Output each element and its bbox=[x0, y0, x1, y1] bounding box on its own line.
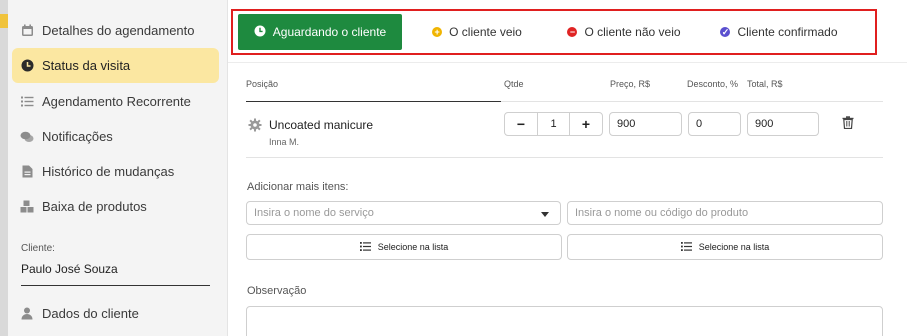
calendar-icon bbox=[12, 24, 42, 37]
trash-icon[interactable] bbox=[842, 116, 854, 134]
chat-icon bbox=[12, 131, 42, 143]
service-dropdown-toggle[interactable] bbox=[530, 201, 561, 225]
user-icon bbox=[12, 307, 42, 320]
boxes-icon bbox=[12, 200, 42, 213]
status-tab-label: O cliente não veio bbox=[584, 25, 681, 39]
notes-label: Observação bbox=[247, 285, 307, 297]
clock-icon bbox=[12, 59, 42, 72]
button-label: Selecione na lista bbox=[698, 242, 770, 252]
status-tab-confirmed[interactable]: ✓ Cliente confirmado bbox=[709, 14, 849, 50]
clock-icon bbox=[254, 25, 266, 40]
sidebar-item-label: Dados do cliente bbox=[42, 306, 139, 321]
header-price: Preço, R$ bbox=[610, 79, 651, 89]
discount-input[interactable]: 0 bbox=[688, 112, 741, 136]
sidebar-item-notifications[interactable]: Notificações bbox=[12, 119, 219, 154]
sidebar-item-label: Notificações bbox=[42, 129, 113, 144]
plus-circle-icon: + bbox=[432, 27, 443, 37]
sidebar-item-history[interactable]: Histórico de mudanças bbox=[12, 154, 219, 189]
header-position: Posição bbox=[246, 79, 279, 89]
list-icon bbox=[680, 241, 692, 253]
total-input[interactable]: 900 bbox=[747, 112, 819, 136]
status-tab-arrived[interactable]: + O cliente veio bbox=[417, 14, 537, 50]
list-icon bbox=[359, 241, 371, 253]
service-name: Uncoated manicure bbox=[269, 118, 374, 132]
quantity-value[interactable]: 1 bbox=[537, 113, 570, 135]
quantity-stepper: − 1 + bbox=[504, 112, 603, 136]
status-tab-label: O cliente veio bbox=[449, 25, 522, 39]
sidebar-item-label: Agendamento Recorrente bbox=[42, 94, 191, 109]
minus-circle-icon: − bbox=[567, 27, 578, 37]
sidebar-item-label: Detalhes do agendamento bbox=[42, 23, 195, 38]
caret-down-icon bbox=[541, 204, 549, 222]
client-label: Cliente: bbox=[21, 243, 55, 254]
client-name: Paulo José Souza bbox=[21, 262, 210, 286]
increment-button[interactable]: + bbox=[570, 113, 602, 135]
list-icon bbox=[12, 96, 42, 107]
header-qty: Qtde bbox=[504, 79, 524, 89]
visit-status-tabs: Aguardando o cliente + O cliente veio − … bbox=[231, 9, 877, 55]
status-tab-waiting[interactable]: Aguardando o cliente bbox=[238, 14, 402, 50]
row-divider bbox=[246, 157, 883, 158]
status-tab-label: Aguardando o cliente bbox=[272, 25, 387, 39]
sidebar-item-label: Histórico de mudanças bbox=[42, 164, 175, 179]
sidebar-item-label: Status da visita bbox=[42, 58, 131, 73]
notes-textarea[interactable] bbox=[246, 306, 883, 336]
header-total: Total, R$ bbox=[747, 79, 783, 89]
status-tab-label: Cliente confirmado bbox=[737, 25, 838, 39]
add-items-label: Adicionar mais itens: bbox=[247, 181, 349, 193]
header-discount: Desconto, % bbox=[687, 79, 739, 89]
select-product-list-button[interactable]: Selecione na lista bbox=[567, 234, 883, 260]
select-service-list-button[interactable]: Selecione na lista bbox=[246, 234, 562, 260]
background-tab bbox=[0, 14, 8, 28]
price-input[interactable]: 900 bbox=[609, 112, 682, 136]
header-divider bbox=[501, 101, 883, 102]
header-underline bbox=[246, 101, 501, 102]
divider bbox=[228, 62, 907, 63]
button-label: Selecione na lista bbox=[377, 242, 449, 252]
product-search-input[interactable]: Insira o nome ou código do produto bbox=[567, 201, 883, 225]
service-search-input[interactable]: Insira o nome do serviço bbox=[246, 201, 531, 225]
sidebar-item-products[interactable]: Baixa de produtos bbox=[12, 189, 219, 224]
background-strip bbox=[0, 0, 8, 336]
document-icon bbox=[12, 165, 42, 178]
decrement-button[interactable]: − bbox=[505, 113, 537, 135]
sidebar-item-details[interactable]: Detalhes do agendamento bbox=[12, 13, 219, 48]
sidebar-item-client-data[interactable]: Dados do cliente bbox=[12, 296, 219, 331]
service-staff: Inna M. bbox=[269, 137, 300, 147]
sidebar-item-visit-status[interactable]: Status da visita bbox=[12, 48, 219, 83]
check-circle-icon: ✓ bbox=[720, 26, 731, 37]
gear-icon[interactable] bbox=[248, 118, 262, 137]
sidebar-item-recurring[interactable]: Agendamento Recorrente bbox=[12, 84, 219, 119]
sidebar-item-label: Baixa de produtos bbox=[42, 199, 147, 214]
status-tab-no-show[interactable]: − O cliente não veio bbox=[554, 14, 694, 50]
sidebar: Detalhes do agendamento Status da visita… bbox=[8, 0, 228, 336]
